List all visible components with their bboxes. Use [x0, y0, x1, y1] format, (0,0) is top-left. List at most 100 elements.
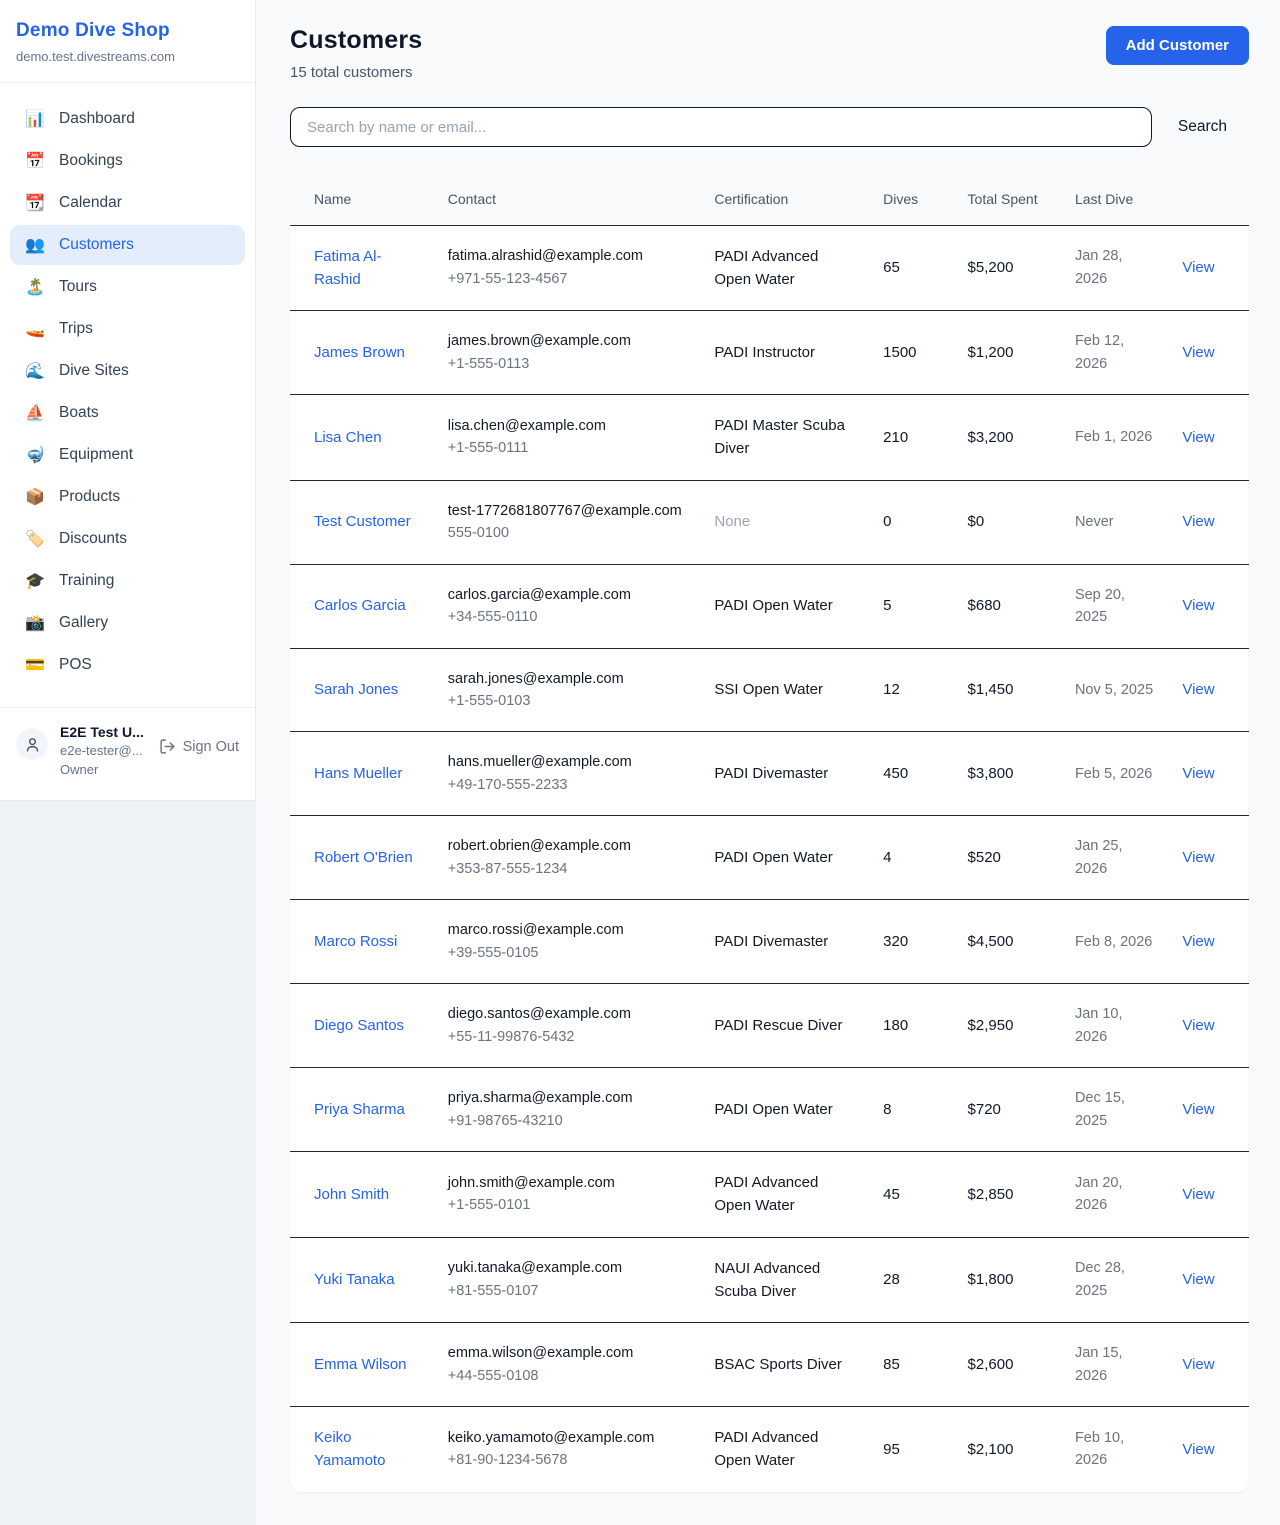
sign-out-button[interactable]: Sign Out	[159, 738, 239, 755]
table-row: James Brown james.brown@example.com +1-5…	[290, 311, 1249, 395]
table-row: Keiko Yamamoto keiko.yamamoto@example.co…	[290, 1407, 1249, 1492]
customer-phone: +55-11-99876-5432	[448, 1026, 691, 1048]
sidebar-item-label: Discounts	[59, 530, 127, 548]
search-button[interactable]: Search	[1178, 118, 1227, 136]
customer-total-spent: $2,600	[956, 1323, 1063, 1407]
customer-name-link[interactable]: Lisa Chen	[314, 429, 382, 446]
view-link[interactable]: View	[1182, 765, 1214, 782]
customer-name-link[interactable]: Fatima Al-Rashid	[314, 248, 382, 288]
customer-contact-cell: diego.santos@example.com +55-11-99876-54…	[436, 984, 703, 1068]
trips-icon: 🚤	[24, 319, 46, 339]
dive-sites-icon: 🌊	[24, 361, 46, 381]
customer-last-dive: Dec 15, 2025	[1063, 1068, 1170, 1152]
customer-name-link[interactable]: Hans Mueller	[314, 765, 402, 782]
sidebar-item-label: Training	[59, 572, 114, 590]
table-row: Carlos Garcia carlos.garcia@example.com …	[290, 564, 1249, 648]
sidebar-item-products[interactable]: 📦 Products	[10, 477, 245, 517]
customer-name-link[interactable]: Diego Santos	[314, 1017, 404, 1034]
customer-certification: PADI Rescue Diver	[702, 984, 871, 1068]
view-link[interactable]: View	[1182, 1186, 1214, 1203]
view-link[interactable]: View	[1182, 681, 1214, 698]
sidebar-item-tours[interactable]: 🏝️ Tours	[10, 267, 245, 307]
view-link[interactable]: View	[1182, 429, 1214, 446]
sidebar-item-dive-sites[interactable]: 🌊 Dive Sites	[10, 351, 245, 391]
customer-name-link[interactable]: Carlos Garcia	[314, 597, 406, 614]
view-link[interactable]: View	[1182, 344, 1214, 361]
tours-icon: 🏝️	[24, 277, 46, 297]
customer-email: carlos.garcia@example.com	[448, 584, 691, 606]
view-link[interactable]: View	[1182, 1271, 1214, 1288]
view-link[interactable]: View	[1182, 513, 1214, 530]
customer-name-link[interactable]: John Smith	[314, 1186, 389, 1203]
customer-total-spent: $720	[956, 1068, 1063, 1152]
sidebar-item-boats[interactable]: ⛵ Boats	[10, 393, 245, 433]
customer-email: keiko.yamamoto@example.com	[448, 1427, 691, 1449]
shop-title: Demo Dive Shop	[16, 20, 239, 42]
pos-icon: 💳	[24, 655, 46, 675]
sidebar-item-label: Gallery	[59, 614, 108, 632]
customer-last-dive: Jan 10, 2026	[1063, 984, 1170, 1068]
view-link[interactable]: View	[1182, 1017, 1214, 1034]
add-customer-button[interactable]: Add Customer	[1106, 26, 1249, 65]
view-link[interactable]: View	[1182, 1356, 1214, 1373]
customer-name-link[interactable]: Priya Sharma	[314, 1101, 405, 1118]
view-link[interactable]: View	[1182, 259, 1214, 276]
column-header-actions	[1170, 175, 1249, 225]
customer-name-link[interactable]: Keiko Yamamoto	[314, 1429, 385, 1469]
customer-total-spent: $4,500	[956, 900, 1063, 984]
boats-icon: ⛵	[24, 403, 46, 423]
discounts-icon: 🏷️	[24, 529, 46, 549]
customer-name-link[interactable]: Robert O'Brien	[314, 849, 413, 866]
sidebar-item-training[interactable]: 🎓 Training	[10, 561, 245, 601]
avatar	[16, 728, 48, 760]
sidebar-item-discounts[interactable]: 🏷️ Discounts	[10, 519, 245, 559]
search-input[interactable]	[290, 107, 1152, 147]
sidebar-item-calendar[interactable]: 📆 Calendar	[10, 183, 245, 223]
customer-certification: NAUI Advanced Scuba Diver	[702, 1237, 871, 1323]
customer-phone: +44-555-0108	[448, 1365, 691, 1387]
view-link[interactable]: View	[1182, 849, 1214, 866]
customer-name-link[interactable]: Emma Wilson	[314, 1356, 407, 1373]
sidebar-item-equipment[interactable]: 🤿 Equipment	[10, 435, 245, 475]
view-link[interactable]: View	[1182, 597, 1214, 614]
customer-certification: PADI Open Water	[702, 1068, 871, 1152]
sidebar-item-trips[interactable]: 🚤 Trips	[10, 309, 245, 349]
customer-dives: 5	[871, 564, 955, 648]
customer-name-link[interactable]: James Brown	[314, 344, 405, 361]
customer-name-link[interactable]: Sarah Jones	[314, 681, 398, 698]
table-row: Fatima Al-Rashid fatima.alrashid@example…	[290, 225, 1249, 311]
customer-contact-cell: test-1772681807767@example.com 555-0100	[436, 480, 703, 564]
customer-contact-cell: carlos.garcia@example.com +34-555-0110	[436, 564, 703, 648]
customer-last-dive: Feb 5, 2026	[1063, 732, 1170, 816]
view-link[interactable]: View	[1182, 1441, 1214, 1458]
customer-phone: +34-555-0110	[448, 606, 691, 628]
sidebar-item-customers[interactable]: 👥 Customers	[10, 225, 245, 265]
customer-last-dive: Jan 15, 2026	[1063, 1323, 1170, 1407]
view-link[interactable]: View	[1182, 1101, 1214, 1118]
customer-last-dive: Dec 28, 2025	[1063, 1237, 1170, 1323]
customer-contact-cell: priya.sharma@example.com +91-98765-43210	[436, 1068, 703, 1152]
sidebar-item-gallery[interactable]: 📸 Gallery	[10, 603, 245, 643]
page: Demo Dive Shop demo.test.divestreams.com…	[0, 0, 1280, 1525]
table-row: Lisa Chen lisa.chen@example.com +1-555-0…	[290, 395, 1249, 481]
sidebar-item-label: Dive Sites	[59, 362, 129, 380]
sidebar-item-dashboard[interactable]: 📊 Dashboard	[10, 99, 245, 139]
sidebar-item-bookings[interactable]: 📅 Bookings	[10, 141, 245, 181]
customer-contact-cell: lisa.chen@example.com +1-555-0111	[436, 395, 703, 481]
sign-out-label: Sign Out	[183, 739, 239, 755]
customer-name-link[interactable]: Marco Rossi	[314, 933, 397, 950]
customer-email: yuki.tanaka@example.com	[448, 1257, 691, 1279]
customer-name-link[interactable]: Yuki Tanaka	[314, 1271, 395, 1288]
sidebar-item-pos[interactable]: 💳 POS	[10, 645, 245, 685]
customer-dives: 85	[871, 1323, 955, 1407]
sidebar-item-label: Customers	[59, 236, 134, 254]
customer-certification: PADI Advanced Open Water	[702, 1407, 871, 1492]
customer-phone: +1-555-0103	[448, 690, 691, 712]
sidebar: Demo Dive Shop demo.test.divestreams.com…	[0, 0, 256, 801]
customer-total-spent: $3,200	[956, 395, 1063, 481]
view-link[interactable]: View	[1182, 933, 1214, 950]
customer-name-link[interactable]: Test Customer	[314, 513, 411, 530]
customer-phone: +49-170-555-2233	[448, 774, 691, 796]
column-header-last-dive: Last Dive	[1063, 175, 1170, 225]
sidebar-item-label: Dashboard	[59, 110, 135, 128]
